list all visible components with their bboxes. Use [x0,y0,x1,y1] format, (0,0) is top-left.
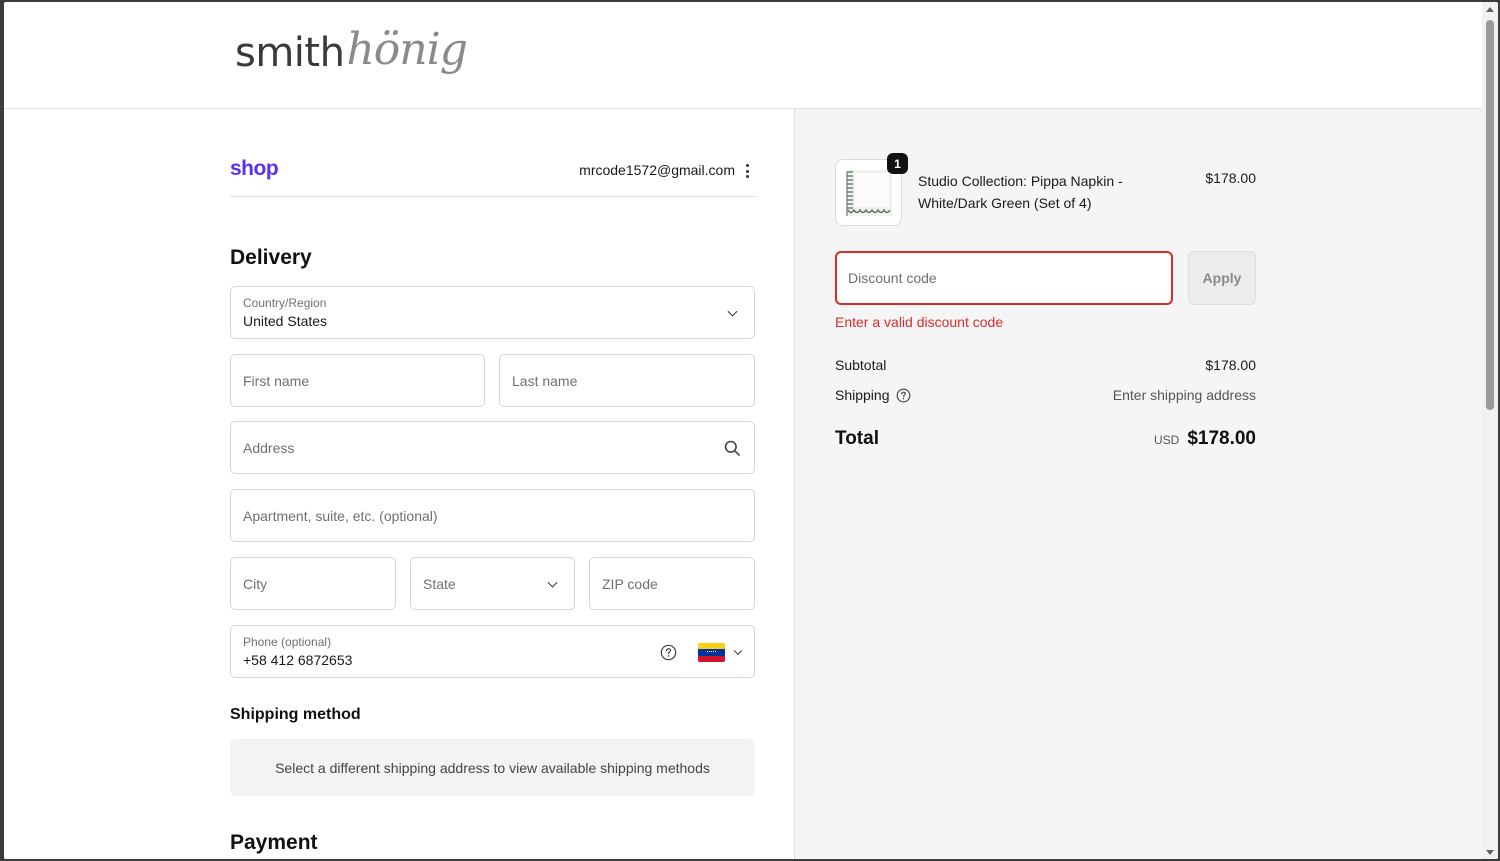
zip-placeholder: ZIP code [602,575,658,592]
chevron-down-icon [727,306,738,317]
shipping-method-heading: Shipping method [230,706,361,723]
state-select[interactable]: State [410,557,575,610]
apply-discount-button[interactable]: Apply [1188,251,1256,305]
page-scrollbar[interactable] [1482,2,1498,859]
order-summary-column: 1 Studio Collection: Pippa Napkin - Whit… [795,109,1482,859]
product-price: $178.00 [1205,170,1256,186]
phone-value: +58 412 6872653 [243,652,353,668]
scroll-up-icon[interactable] [1486,7,1494,12]
venezuela-flag-icon[interactable] [698,643,725,662]
first-name-placeholder: First name [243,372,310,389]
address-field[interactable]: Address [230,421,755,474]
apartment-field[interactable]: Apartment, suite, etc. (optional) [230,489,755,542]
discount-code-input[interactable]: Discount code [835,251,1173,305]
country-label: Country/Region [243,296,327,310]
scrollbar-thumb[interactable] [1486,20,1494,410]
phone-field[interactable]: Phone (optional) +58 412 6872653 [230,625,755,678]
subtotal-value: $178.00 [1205,357,1256,373]
logo-text-honig: hönig [346,24,467,75]
chevron-down-icon [547,577,558,588]
shipping-row-label: Shipping [835,387,911,403]
address-placeholder: Address [243,439,295,456]
country-select[interactable]: Country/Region United States [230,286,755,339]
total-label: Total [835,428,879,449]
payment-heading: Payment [230,831,318,854]
shipping-method-notice: Select a different shipping address to v… [230,739,755,796]
logo-text-smith: smith [235,30,345,76]
scroll-down-icon[interactable] [1486,850,1494,855]
total-currency: USD [1153,433,1180,447]
shipping-label: Shipping [835,387,890,403]
shop-account-bar: shop mrcode1572@gmail.com [230,157,755,197]
city-field[interactable]: City [230,557,396,610]
search-icon[interactable] [724,440,740,456]
subtotal-label: Subtotal [835,357,887,373]
first-name-field[interactable]: First name [230,354,485,407]
help-circle-icon[interactable] [660,644,677,661]
shipping-value: Enter shipping address [1112,387,1256,403]
chevron-down-icon[interactable] [733,646,743,655]
state-placeholder: State [423,575,456,592]
apartment-placeholder: Apartment, suite, etc. (optional) [243,507,438,524]
discount-code-placeholder: Discount code [848,270,937,286]
browser-window: smith hönig shop mrcode1572@gmail.com De… [4,2,1498,859]
country-value: United States [243,313,328,329]
city-placeholder: City [243,575,268,592]
help-circle-icon[interactable] [896,388,911,403]
account-email: mrcode1572@gmail.com [579,162,735,178]
brand-logo[interactable]: smith hönig [235,24,468,90]
shop-pay-logo: shop [230,157,279,180]
product-name: Studio Collection: Pippa Napkin - White/… [918,173,1123,211]
quantity-badge: 1 [887,153,908,174]
last-name-placeholder: Last name [512,372,578,389]
more-options-icon[interactable] [741,162,753,180]
phone-label: Phone (optional) [243,635,332,649]
delivery-heading: Delivery [230,246,312,269]
checkout-form-column: shop mrcode1572@gmail.com Delivery Count… [4,109,795,859]
total-amount: $178.00 [1187,428,1256,449]
last-name-field[interactable]: Last name [499,354,755,407]
total-value-group: USD $178.00 [1154,428,1256,450]
site-header: smith hönig [4,2,1482,109]
discount-error-message: Enter a valid discount code [835,314,1004,330]
zip-field[interactable]: ZIP code [589,557,755,610]
